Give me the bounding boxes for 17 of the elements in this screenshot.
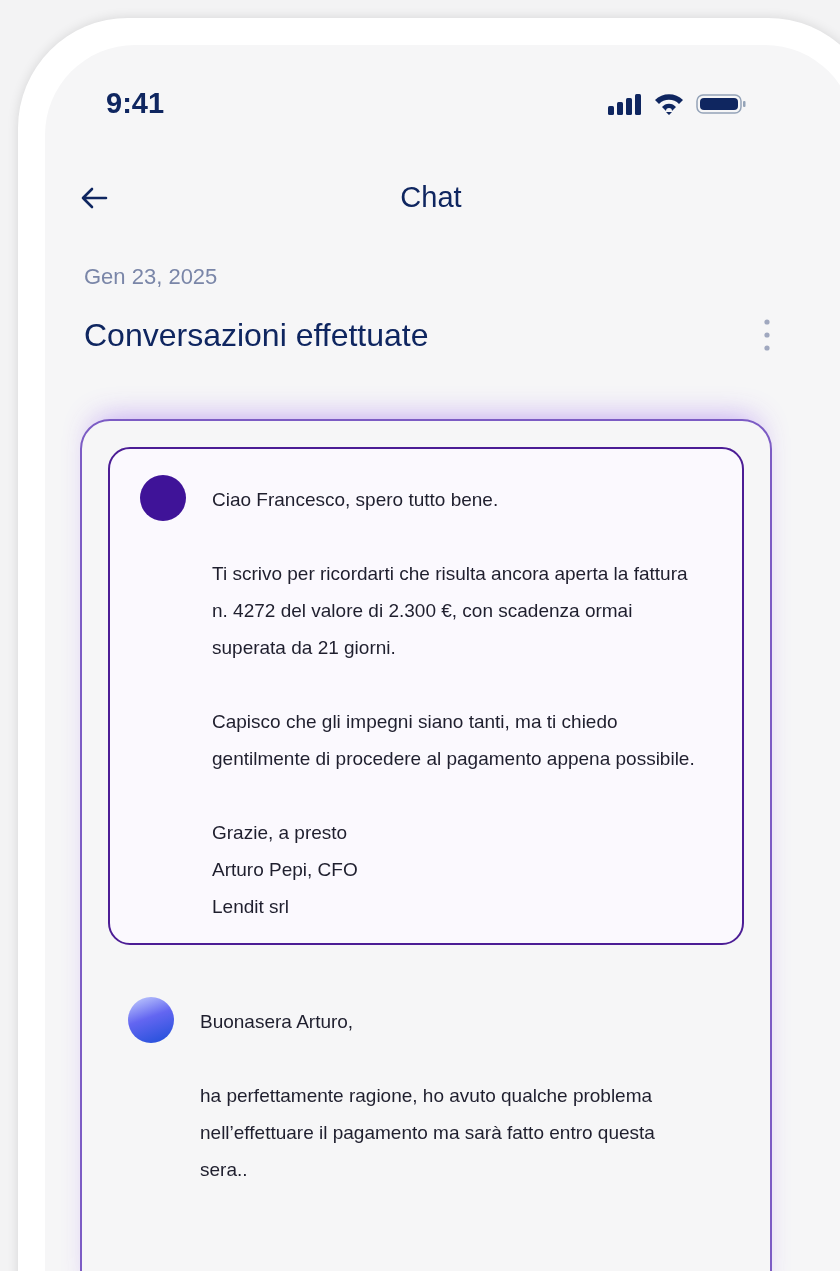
message-text: ha perfettamente ragione, ho avuto qualche problema nell’effettuare il pagamento ma sarà fatto entro questa sera.. <box>200 1083 656 1182</box>
wifi-icon <box>654 92 684 115</box>
date-label: Gen 23, 2025 <box>84 262 219 291</box>
message-text: Ciao Francesco, spero tutto bene. <box>212 487 500 512</box>
more-options-icon <box>764 318 770 351</box>
message-text: Buonasera Arturo, <box>200 1009 355 1034</box>
message-text: Grazie, a presto Arturo Pepi, CFO Lendit srl <box>212 820 359 919</box>
avatar <box>140 474 186 521</box>
back-arrow-icon <box>80 185 108 210</box>
nav-title: Chat <box>400 179 462 215</box>
status-time: 9:41 <box>106 86 165 121</box>
avatar <box>128 996 174 1043</box>
message-text: Ti scrivo per ricordarti che risulta ancora aperta la fattura n. 4272 del valore di 2.300 €, con scadenza ormai superata da 21 giorni. <box>212 561 689 660</box>
signal-icon <box>608 92 642 115</box>
message-text: Capisco che gli impegni siano tanti, ma ti chiedo gentilmente di procedere al pagamento appena possibile. <box>212 709 696 771</box>
battery-icon <box>696 93 746 114</box>
section-heading: Conversazioni effettuate <box>84 315 429 355</box>
